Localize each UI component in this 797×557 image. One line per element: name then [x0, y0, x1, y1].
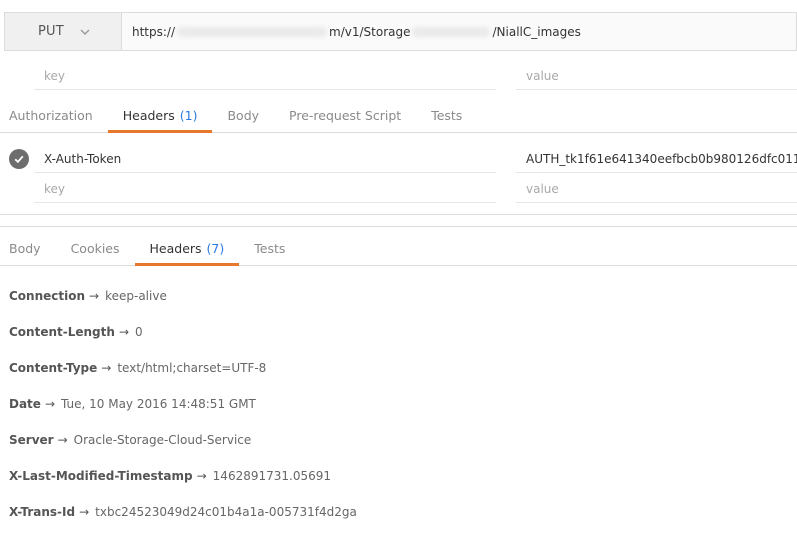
- redacted-path: [412, 26, 491, 37]
- tab-response-headers[interactable]: Headers (7): [134, 232, 240, 266]
- response-header-row: Connection → keep-alive: [9, 289, 167, 303]
- response-header-row: Date → Tue, 10 May 2016 14:48:51 GMT: [9, 397, 256, 411]
- method-label: PUT: [38, 24, 64, 39]
- section-divider: [0, 214, 797, 215]
- tab-response-body[interactable]: Body: [0, 232, 56, 265]
- header-key-input[interactable]: X-Auth-Token: [34, 145, 496, 173]
- tab-pre-request-script[interactable]: Pre-request Script: [274, 99, 416, 132]
- param-key-input[interactable]: key: [34, 62, 496, 90]
- headers-count: (1): [179, 108, 198, 123]
- request-tabs: Authorization Headers (1) Body Pre-reques…: [0, 99, 797, 133]
- response-header-row: X-Last-Modified-Timestamp → 1462891731.056…: [9, 469, 332, 483]
- tab-response-tests[interactable]: Tests: [239, 232, 300, 265]
- tab-tests[interactable]: Tests: [416, 99, 477, 132]
- response-header-row: X-Trans-Id → txbc24523049d24c01b4a1a-00573…: [9, 505, 357, 519]
- response-header-row: Content-Type → text/html;charset=UTF-8: [9, 361, 267, 375]
- new-header-value-input[interactable]: value: [516, 175, 797, 203]
- new-header-key-input[interactable]: key: [34, 175, 496, 203]
- url-input[interactable]: https:// m/v1/Storage /NiallC_images: [122, 13, 796, 50]
- header-enabled-checkbox[interactable]: [9, 149, 29, 169]
- response-header-row: Content-Length → 0: [9, 325, 143, 339]
- redacted-host: [177, 26, 328, 37]
- tab-authorization[interactable]: Authorization: [0, 99, 108, 132]
- checkmark-icon: [14, 155, 24, 164]
- request-url-bar: PUT https:// m/v1/Storage /NiallC_images: [4, 12, 797, 51]
- response-headers-count: (7): [206, 241, 225, 256]
- section-divider: [0, 226, 797, 227]
- tab-headers[interactable]: Headers (1): [107, 99, 213, 133]
- param-value-input[interactable]: value: [516, 62, 797, 90]
- response-tabs: Body Cookies Headers (7) Tests: [0, 232, 797, 266]
- tab-response-cookies[interactable]: Cookies: [56, 232, 135, 265]
- chevron-down-icon: [78, 25, 92, 39]
- response-header-row: Server → Oracle-Storage-Cloud-Service: [9, 433, 252, 447]
- tab-body[interactable]: Body: [212, 99, 274, 132]
- method-select[interactable]: PUT: [5, 13, 122, 50]
- header-value-input[interactable]: AUTH_tk1f61e641340eefbcb0b980126dfc0115: [516, 145, 797, 173]
